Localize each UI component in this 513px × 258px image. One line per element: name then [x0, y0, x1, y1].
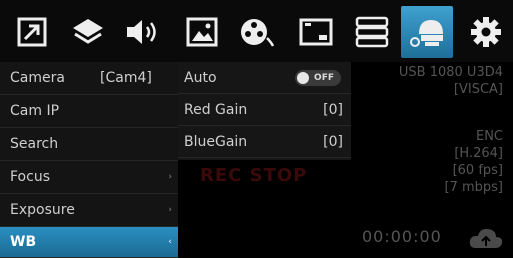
chevron-right-icon: ›	[168, 172, 172, 182]
gear-icon	[471, 17, 501, 47]
camera-protocol: [VISCA]	[453, 82, 503, 97]
encoder-bitrate: [7 mbps]	[444, 180, 504, 195]
submenu-item-auto[interactable]: Auto OFF	[178, 62, 351, 94]
media-button[interactable]	[232, 6, 284, 58]
menu-item-search[interactable]: Search	[0, 128, 178, 161]
menu-item-label: Camera	[10, 70, 65, 86]
settings-button[interactable]	[460, 6, 512, 58]
menu-item-label: Cam IP	[10, 103, 60, 119]
main-menu: Camera [Cam4] Cam IP Search Focus › Expo…	[0, 62, 178, 258]
encoder-fps: [60 fps]	[452, 163, 503, 178]
menu-item-focus[interactable]: Focus ›	[0, 161, 178, 194]
red-gain-value: [0]	[323, 101, 343, 118]
record-indicator: REC STOP	[200, 165, 308, 186]
menu-item-label: WB	[10, 234, 37, 250]
image-icon	[186, 17, 218, 47]
storage-button[interactable]	[346, 6, 398, 58]
layout-button[interactable]	[6, 6, 58, 58]
camera-model: USB 1080 U3D4	[398, 65, 503, 80]
chevron-left-icon: ‹	[168, 237, 172, 247]
top-toolbar	[0, 0, 513, 62]
cloud-upload-button[interactable]	[468, 226, 504, 254]
submenu-item-red-gain[interactable]: Red Gain [0]	[178, 94, 351, 126]
chevron-right-icon: ›	[168, 205, 172, 215]
auto-wb-toggle[interactable]: OFF	[295, 70, 341, 86]
record-timer: 00:00:00	[362, 227, 442, 246]
encoder-label: ENC	[475, 129, 503, 144]
camera-settings-button[interactable]	[401, 6, 453, 58]
image-button[interactable]	[176, 6, 228, 58]
submenu-item-label: Red Gain	[184, 101, 248, 118]
display-icon	[299, 18, 333, 46]
menu-item-camera[interactable]: Camera [Cam4]	[0, 62, 178, 95]
film-reel-icon	[241, 19, 275, 47]
layers-button[interactable]	[62, 6, 114, 58]
menu-item-label: Exposure	[10, 202, 75, 218]
submenu-item-blue-gain[interactable]: BlueGain [0]	[178, 126, 351, 158]
blue-gain-value: [0]	[323, 133, 343, 150]
storage-icon	[355, 16, 389, 48]
submenu-item-label: Auto	[184, 69, 217, 86]
layout-icon	[17, 17, 47, 47]
layers-icon	[73, 19, 103, 44]
camera-value: [Cam4]	[100, 70, 152, 86]
toggle-state: OFF	[314, 73, 334, 83]
camera-settings-icon	[410, 20, 443, 47]
menu-item-wb[interactable]: WB ‹	[0, 227, 178, 258]
menu-item-label: Search	[10, 136, 59, 152]
encoder-status: ENC [H.264] [60 fps] [7 mbps]	[445, 128, 504, 196]
menu-item-label: Focus	[10, 169, 50, 185]
audio-button[interactable]	[116, 6, 168, 58]
cloud-upload-icon	[469, 228, 503, 248]
encoder-codec: [H.264]	[454, 146, 503, 161]
camera-status: USB 1080 U3D4 [VISCA]	[399, 64, 503, 98]
display-button[interactable]	[290, 6, 342, 58]
toggle-knob	[297, 72, 309, 84]
wb-submenu: Auto OFF Red Gain [0] BlueGain [0]	[178, 62, 351, 160]
menu-item-exposure[interactable]: Exposure ›	[0, 194, 178, 227]
speaker-icon	[127, 20, 156, 44]
menu-item-cam-ip[interactable]: Cam IP	[0, 95, 178, 128]
submenu-item-label: BlueGain	[184, 133, 248, 150]
